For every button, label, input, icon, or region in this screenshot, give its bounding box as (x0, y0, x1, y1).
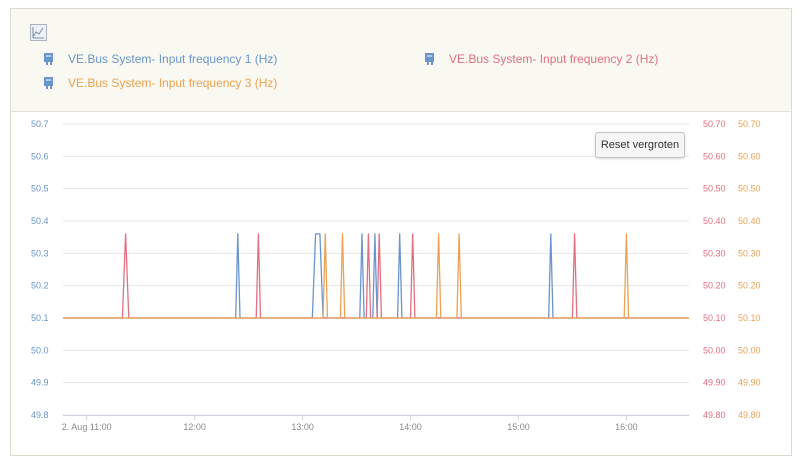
y-right-tick-label-3: 50.40 (738, 216, 761, 226)
x-tick-label: 13:00 (291, 422, 314, 432)
y-left-tick-label: 49.8 (31, 410, 49, 420)
frequency-line-chart[interactable]: 49.8 49.80 49.80 49.9 49.90 49.90 50.0 50.00 50.… (10, 111, 790, 441)
legend-label: VE.Bus System- Input frequency 3 (Hz) (68, 76, 278, 90)
y-right-tick-label-3: 50.70 (738, 119, 761, 129)
y-right-tick-label-3: 49.90 (738, 378, 761, 388)
x-tick-label: 14:00 (399, 422, 422, 432)
x-tick-label: 2. Aug 11:00 (62, 422, 112, 432)
y-right-tick-label-2: 50.60 (703, 151, 726, 161)
x-tick-label: 12:00 (183, 422, 206, 432)
y-right-tick-label-2: 49.80 (703, 410, 726, 420)
y-right-tick-label-2: 50.20 (703, 281, 726, 291)
y-right-tick-label-3: 50.50 (738, 184, 761, 194)
y-right-tick-label-2: 49.90 (703, 378, 726, 388)
line-chart-icon[interactable] (30, 24, 47, 41)
x-tick-label: 16:00 (615, 422, 638, 432)
legend-label: VE.Bus System- Input frequency 2 (Hz) (449, 52, 659, 66)
y-right-tick-label-2: 50.40 (703, 216, 726, 226)
battery-marker-icon (425, 53, 434, 65)
y-right-tick-label-2: 50.30 (703, 248, 726, 258)
y-right-tick-label-3: 50.00 (738, 345, 761, 355)
y-right-tick-label-3: 50.10 (738, 313, 761, 323)
y-left-tick-label: 50.7 (31, 119, 49, 129)
series-line-1 (63, 233, 689, 319)
y-right-tick-label-2: 50.50 (703, 184, 726, 194)
x-tick-label: 15:00 (507, 422, 530, 432)
y-left-tick-label: 50.4 (31, 216, 49, 226)
y-right-tick-label-2: 50.10 (703, 313, 726, 323)
battery-marker-icon (44, 77, 53, 89)
legend-label: VE.Bus System- Input frequency 1 (Hz) (68, 52, 278, 66)
y-right-tick-label-3: 49.80 (738, 410, 761, 420)
legend-item-frequency-2[interactable]: VE.Bus System- Input frequency 2 (Hz) (424, 52, 658, 66)
y-right-tick-label-2: 50.70 (703, 119, 726, 129)
y-right-tick-label-3: 50.30 (738, 248, 761, 258)
y-left-tick-label: 50.1 (31, 313, 49, 323)
legend-item-frequency-1[interactable]: VE.Bus System- Input frequency 1 (Hz) (43, 52, 277, 66)
y-right-tick-label-3: 50.60 (738, 151, 761, 161)
y-left-tick-label: 50.5 (31, 184, 49, 194)
y-right-tick-label-2: 50.00 (703, 345, 726, 355)
y-right-tick-label-3: 50.20 (738, 281, 761, 291)
y-left-tick-label: 50.2 (31, 281, 49, 291)
legend: VE.Bus System- Input frequency 1 (Hz) VE… (11, 9, 791, 112)
reset-zoom-button[interactable]: Reset vergroten (595, 132, 685, 158)
legend-item-frequency-3[interactable]: VE.Bus System- Input frequency 3 (Hz) (43, 76, 277, 90)
y-left-tick-label: 50.6 (31, 151, 49, 161)
battery-marker-icon (44, 53, 53, 65)
y-left-tick-label: 50.0 (31, 345, 49, 355)
y-left-tick-label: 49.9 (31, 378, 49, 388)
y-left-tick-label: 50.3 (31, 248, 49, 258)
